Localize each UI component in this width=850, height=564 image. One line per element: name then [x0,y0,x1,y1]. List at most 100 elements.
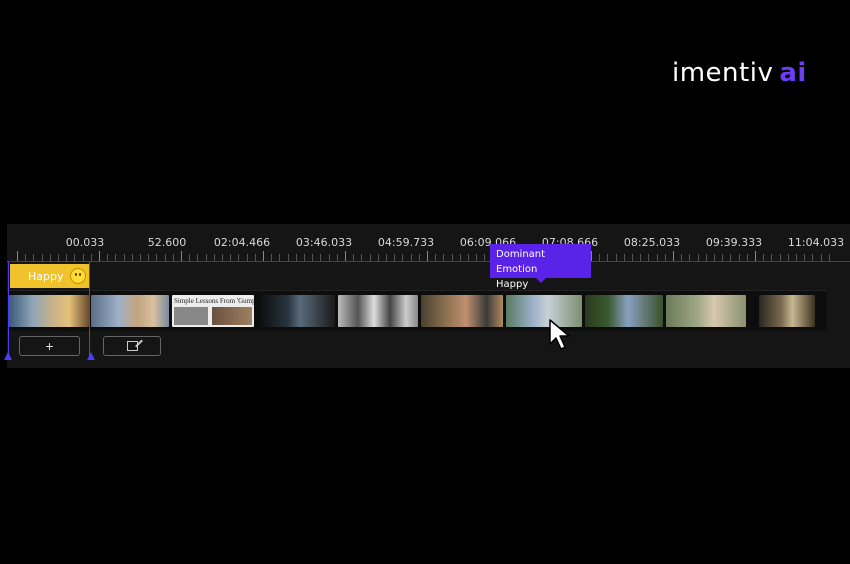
ruler-tick [140,254,141,261]
ruler-tick [82,254,84,261]
ruler-tick [714,254,715,261]
timestamp-label: 00.033 [65,236,105,249]
ruler-tick [58,254,59,261]
video-frame[interactable] [585,295,663,327]
ruler-tick [238,254,240,261]
ruler-tick [328,254,330,261]
ruler-tick [828,254,830,261]
ruler-tick [33,254,35,261]
ruler-tick [812,254,814,261]
ruler-tick [468,254,469,261]
ruler-tick [115,254,117,261]
ruler-tick [779,254,781,261]
ruler-tick [623,254,625,261]
range-end-handle[interactable] [87,352,95,360]
video-frame[interactable] [91,295,169,327]
ruler-tick [705,254,707,261]
edit-button[interactable] [103,336,161,356]
range-start-handle[interactable] [4,352,12,360]
timestamp-label: 09:39.333 [705,236,763,249]
timestamp-label: 02:04.466 [213,236,271,249]
frame-caption: Simple Lessons From 'Gump' [174,297,254,305]
video-frame[interactable]: Simple Lessons From 'Gump' [172,295,254,327]
ruler-tick [131,254,133,261]
ruler-tick [656,254,658,261]
ruler-tick [796,254,797,261]
ruler-tick [222,254,223,261]
ruler-tick [213,254,215,261]
ruler-tick [697,254,699,261]
ruler-tick [689,254,691,261]
ruler-tick [172,254,174,261]
video-frame[interactable] [759,295,815,327]
ruler-tick [345,251,346,261]
ruler-tick [17,251,18,261]
ruler-tick [287,254,289,261]
pointer-cursor-icon [549,319,570,350]
plus-icon: + [45,338,54,354]
tooltip-value: Happy [496,279,529,290]
ruler-tick [123,254,125,261]
ruler-tick [66,254,68,261]
ruler-tick [730,254,732,261]
emotion-tooltip: Dominant Emotion Happy [490,244,591,290]
timestamp-label: 04:59.733 [377,236,435,249]
ruler-tick [41,254,43,261]
ruler-tick [181,251,182,261]
ruler-tick [361,254,363,261]
timestamp-label: 03:46.033 [295,236,353,249]
ruler-tick [804,254,806,261]
ruler-tick [599,254,601,261]
ruler-tick [755,251,756,261]
ruler-tick [320,254,322,261]
ruler-tick [443,254,445,261]
video-frame[interactable] [666,295,746,327]
ruler-tick [402,254,404,261]
ruler-tick [763,254,765,261]
ruler-tick [394,254,396,261]
ruler-tick [90,254,92,261]
ruler-tick [164,254,166,261]
video-frame[interactable] [338,295,418,327]
ruler-tick [451,254,453,261]
timestamp-label: 52.600 [147,236,187,249]
ruler-tick [148,254,150,261]
ruler-tick [353,254,355,261]
ruler-tick [640,254,642,261]
brand-logo: imentiv ai [672,58,807,88]
ruler-tick [664,254,666,261]
ruler-tick [746,254,748,261]
tooltip-title: Dominant Emotion [496,249,546,275]
ruler-tick [435,254,437,261]
timeline-panel: 00.033 52.600 02:04.466 03:46.033 04:59.… [4,224,850,368]
ruler-tick [476,254,478,261]
ruler-tick [820,254,822,261]
ruler-tick [156,254,158,261]
ruler-tick [189,254,191,261]
ruler-tick [312,254,314,261]
timestamp-label: 08:25.033 [623,236,681,249]
ruler-tick [410,254,412,261]
ruler-tick [377,254,379,261]
ruler-tick [722,254,724,261]
ruler-tick [386,254,387,261]
ruler-tick [607,254,609,261]
ruler-tick [738,254,740,261]
brand-suffix: ai [779,58,807,88]
ruler-line [7,261,850,262]
ruler-tick [648,254,650,261]
ruler-tick [369,254,371,261]
ruler-tick [25,254,27,261]
ruler-tick [197,254,199,261]
ruler-tick [427,251,428,261]
edit-icon [126,341,138,351]
video-frame[interactable] [257,295,335,327]
ruler-tick [107,254,109,261]
brand-name: imentiv [672,58,774,88]
thumbnail-strip[interactable]: Simple Lessons From 'Gump' [7,290,827,331]
add-emotion-button[interactable]: + [19,336,80,356]
ruler-tick [99,251,100,261]
ruler-tick [591,251,592,261]
ruler-tick [418,254,420,261]
video-frame[interactable] [421,295,503,327]
